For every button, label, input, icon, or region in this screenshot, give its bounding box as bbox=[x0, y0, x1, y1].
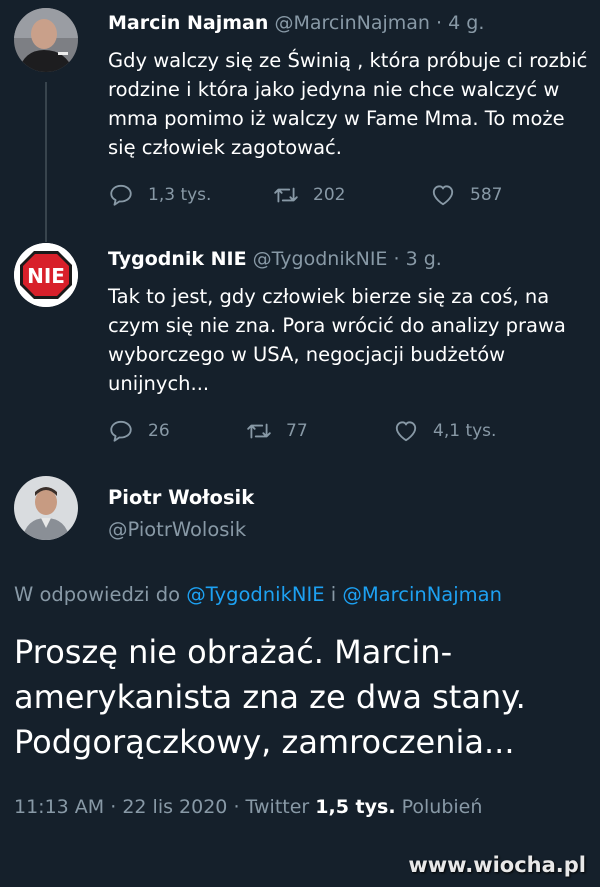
retweet-icon bbox=[274, 187, 298, 203]
reply-button[interactable]: 26 bbox=[108, 416, 170, 446]
tweet-meta: 11:13 AM · 22 lis 2020 · Twitter 1,5 tys… bbox=[14, 796, 482, 818]
watermark: www.wiocha.pl bbox=[408, 853, 586, 877]
tweet-text: Gdy walczy się ze Świnią , która próbuje… bbox=[108, 49, 588, 159]
like-icon bbox=[432, 185, 454, 206]
tweet-date[interactable]: 22 lis 2020 bbox=[122, 796, 227, 818]
separator-dot: · bbox=[233, 796, 240, 818]
like-icon bbox=[395, 421, 417, 442]
separator-dot: · bbox=[436, 12, 443, 34]
reply-count: 26 bbox=[148, 421, 170, 441]
author-name[interactable]: Marcin Najman bbox=[108, 12, 268, 34]
mention-marcinnajman[interactable]: @MarcinNajman bbox=[342, 583, 502, 606]
tweet-actions: 26 77 4,1 tys. bbox=[108, 416, 528, 446]
avatar-tygodnik[interactable]: NIE bbox=[14, 243, 78, 307]
tweet-time[interactable]: 3 g. bbox=[406, 248, 442, 270]
avatar-marcin[interactable] bbox=[14, 8, 78, 72]
separator-dot: · bbox=[393, 248, 400, 270]
avatar-logo-text: NIE bbox=[27, 264, 65, 288]
author-handle[interactable]: @TygodnikNIE bbox=[253, 248, 388, 270]
tweet-header: Tygodnik NIE @TygodnikNIE · 3 g. bbox=[108, 248, 442, 270]
like-count: 587 bbox=[470, 185, 503, 205]
tweet-timestamp[interactable]: 11:13 AM bbox=[14, 796, 104, 818]
likes-label[interactable]: Polubień bbox=[402, 796, 483, 818]
mention-tygodniknie[interactable]: @TygodnikNIE bbox=[186, 583, 324, 606]
retweet-count: 202 bbox=[313, 185, 346, 205]
reply-icon bbox=[110, 184, 132, 206]
main-author-name[interactable]: Piotr Wołosik bbox=[108, 486, 254, 509]
tweet-source[interactable]: Twitter bbox=[246, 796, 310, 818]
reply-icon bbox=[110, 420, 132, 442]
like-button[interactable]: 4,1 tys. bbox=[393, 416, 496, 446]
separator-dot: · bbox=[110, 796, 117, 818]
tweet-marcin[interactable]: Marcin Najman @MarcinNajman · 4 g. Gdy w… bbox=[0, 0, 600, 240]
reply-prefix: W odpowiedzi do bbox=[14, 583, 180, 606]
like-count: 4,1 tys. bbox=[433, 421, 497, 441]
tweet-actions: 1,3 tys. 202 587 bbox=[108, 180, 528, 210]
reply-count: 1,3 tys. bbox=[148, 185, 212, 205]
retweet-icon bbox=[247, 423, 271, 439]
retweet-count: 77 bbox=[286, 421, 308, 441]
retweet-button[interactable]: 202 bbox=[273, 180, 345, 210]
tweet-time[interactable]: 4 g. bbox=[448, 12, 484, 34]
main-author-handle[interactable]: @PiotrWolosik bbox=[108, 518, 246, 541]
author-handle[interactable]: @MarcinNajman bbox=[274, 12, 430, 34]
tweet-tygodnik[interactable]: NIE Tygodnik NIE @TygodnikNIE · 3 g. Tak… bbox=[0, 240, 600, 465]
reply-joiner: i bbox=[330, 583, 337, 606]
author-name[interactable]: Tygodnik NIE bbox=[108, 248, 247, 270]
reply-context: W odpowiedzi do @TygodnikNIE i @MarcinNa… bbox=[14, 583, 502, 606]
avatar-piotr[interactable] bbox=[14, 476, 78, 540]
like-button[interactable]: 587 bbox=[430, 180, 502, 210]
likes-count[interactable]: 1,5 tys. bbox=[315, 796, 395, 818]
retweet-button[interactable]: 77 bbox=[246, 416, 308, 446]
main-tweet-text: Proszę nie obrażać. Marcin-amerykanista … bbox=[14, 633, 526, 761]
tweet-header: Marcin Najman @MarcinNajman · 4 g. bbox=[108, 12, 484, 34]
tweet-text: Tak to jest, gdy człowiek bierze się za … bbox=[108, 285, 566, 395]
reply-button[interactable]: 1,3 tys. bbox=[108, 180, 211, 210]
